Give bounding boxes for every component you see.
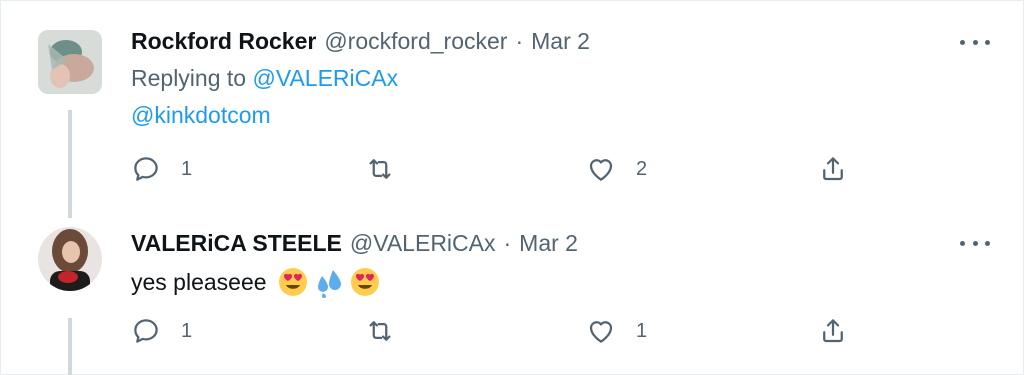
reply-count: 1 — [181, 157, 193, 180]
separator: · — [503, 230, 512, 256]
tweet-text: yes pleaseee — [131, 266, 381, 298]
share-button[interactable] — [818, 316, 848, 346]
tweet-header: VALERiCA STEELE @VALERiCAx · Mar 2 — [131, 230, 578, 257]
like-count: 2 — [636, 157, 648, 180]
action-bar: 1 2 — [131, 154, 861, 190]
share-icon — [823, 157, 843, 181]
like-icon — [589, 321, 613, 343]
tweet-date[interactable]: Mar 2 — [531, 28, 590, 55]
tweet-text[interactable]: @kinkdotcom — [131, 102, 271, 129]
action-bar: 1 1 — [131, 316, 861, 352]
replying-to-link[interactable]: @VALERiCAx — [252, 65, 398, 91]
retweet-icon — [369, 321, 391, 341]
avatar[interactable] — [38, 227, 102, 291]
tweet-date[interactable]: Mar 2 — [519, 230, 578, 257]
heart-eyes-emoji — [277, 266, 309, 298]
thread-connector — [68, 110, 72, 218]
author-name[interactable]: Rockford Rocker — [131, 28, 316, 55]
retweet-icon — [369, 159, 391, 179]
more-icon[interactable] — [960, 233, 990, 253]
author-handle[interactable]: @VALERiCAx — [350, 230, 496, 257]
like-button[interactable]: 1 — [586, 316, 647, 346]
thread-connector — [68, 318, 72, 375]
like-icon — [589, 159, 613, 181]
replying-prefix: Replying to — [131, 65, 247, 91]
like-button[interactable]: 2 — [586, 154, 647, 184]
author-handle[interactable]: @rockford_rocker — [324, 28, 507, 55]
author-name[interactable]: VALERiCA STEELE — [131, 230, 342, 257]
tweet-header: Rockford Rocker @rockford_rocker · Mar 2 — [131, 28, 590, 55]
avatar[interactable] — [38, 30, 102, 94]
share-button[interactable] — [818, 154, 848, 184]
reply-button[interactable]: 1 — [131, 154, 192, 184]
retweet-button[interactable] — [365, 154, 415, 184]
retweet-button[interactable] — [365, 316, 415, 346]
tweet-text-content: yes pleaseee — [131, 268, 267, 295]
separator: · — [515, 28, 524, 54]
heart-eyes-emoji — [349, 266, 381, 298]
share-icon — [823, 319, 843, 343]
reply-count: 1 — [181, 319, 193, 342]
replying-line: Replying to @VALERiCAx — [131, 65, 398, 92]
reply-icon — [134, 319, 158, 343]
reply-button[interactable]: 1 — [131, 316, 192, 346]
more-icon[interactable] — [960, 32, 990, 52]
like-count: 1 — [636, 319, 648, 342]
reply-icon — [134, 157, 158, 181]
sweat-droplets-emoji — [313, 266, 345, 298]
